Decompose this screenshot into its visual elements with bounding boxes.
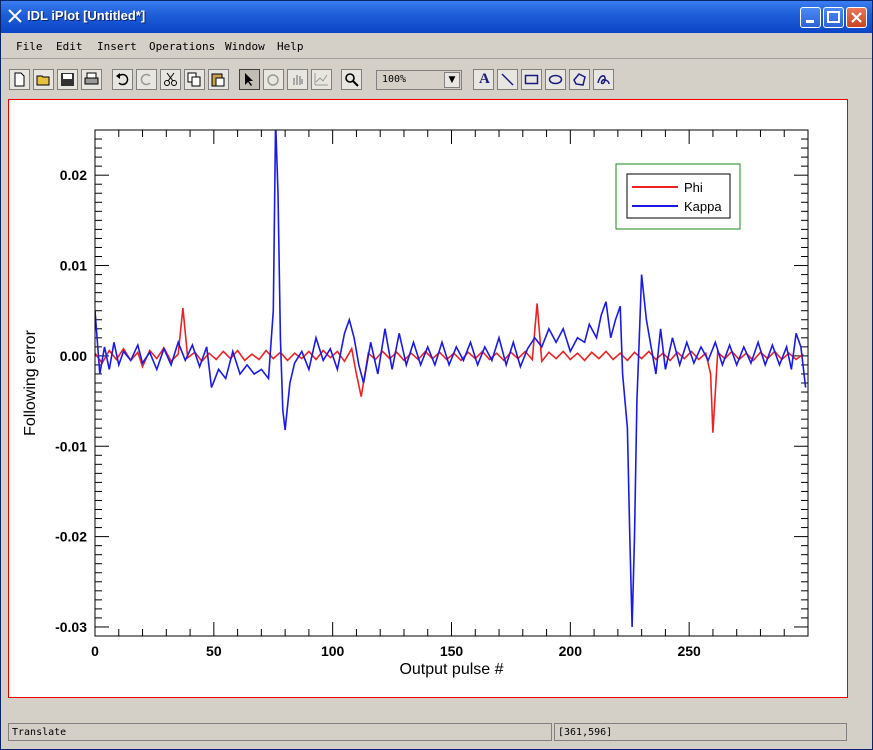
y-tick-label: 0.00: [60, 348, 87, 364]
hand-icon: [293, 75, 303, 85]
y-axis-label: Following error: [22, 329, 39, 435]
zoom-tool-button[interactable]: [341, 69, 362, 90]
polygon-icon: [573, 73, 586, 86]
menu-edit[interactable]: Edit: [56, 40, 83, 53]
magnifier-icon: [345, 73, 359, 87]
x-tick-label: 0: [91, 643, 99, 659]
toolbar: 100% ▼ A: [1, 67, 872, 95]
new-button[interactable]: [9, 69, 30, 90]
select-tool-button[interactable]: [239, 69, 260, 90]
app-window: IDL iPlot [Untitled*] File Edit Insert O…: [0, 0, 873, 750]
oval-icon: [548, 74, 563, 85]
printer-icon: [84, 72, 99, 85]
y-tick-label: 0.01: [60, 258, 87, 274]
maximize-button[interactable]: [823, 7, 844, 28]
x-tick-label: 50: [206, 643, 222, 659]
y-tick-label: -0.03: [55, 619, 87, 635]
pan-tool-button[interactable]: [287, 69, 308, 90]
title-bar[interactable]: IDL iPlot [Untitled*]: [1, 1, 872, 33]
undo-button[interactable]: [112, 69, 133, 90]
undo-icon: [116, 73, 129, 86]
y-tick-label: -0.02: [55, 529, 87, 545]
rotate-tool-button[interactable]: [263, 69, 284, 90]
menu-operations[interactable]: Operations: [149, 40, 215, 53]
zoom-value: 100%: [382, 74, 407, 85]
scissors-icon: [164, 72, 177, 86]
freehand-tool-button[interactable]: [593, 69, 614, 90]
legend-label-phi: Phi: [684, 180, 703, 195]
line-tool-button[interactable]: [497, 69, 518, 90]
close-button[interactable]: [846, 7, 867, 28]
status-bar: Translate [361,596]: [1, 721, 872, 743]
menu-file[interactable]: File: [16, 40, 43, 53]
idl-app-icon: [8, 9, 22, 23]
oval-tool-button[interactable]: [545, 69, 566, 90]
rectangle-tool-button[interactable]: [521, 69, 542, 90]
minimize-icon: [806, 20, 814, 23]
menu-bar: File Edit Insert Operations Window Help: [1, 34, 872, 59]
close-icon: [851, 12, 862, 23]
status-message: Translate: [8, 723, 552, 741]
minimize-button[interactable]: [800, 7, 821, 28]
arrow-pointer-icon: [245, 73, 253, 86]
rectangle-icon: [524, 74, 539, 85]
x-tick-label: 250: [677, 643, 701, 659]
legend[interactable]: Phi Kappa: [615, 163, 741, 230]
freehand-icon: [597, 75, 610, 85]
redo-icon: [140, 73, 151, 86]
plot-window[interactable]: -0.03 -0.02 -0.01 0.00 0.01 0.02 0 50 100 150 200 2…: [8, 99, 848, 698]
window-title: IDL iPlot [Untitled*]: [27, 8, 146, 23]
y-tick-label: -0.01: [55, 438, 87, 454]
folder-icon: [36, 75, 50, 86]
text-tool-label: A: [479, 71, 490, 87]
copy-button[interactable]: [184, 69, 205, 90]
zoom-dropdown[interactable]: 100% ▼: [376, 70, 462, 90]
dropdown-arrow-icon[interactable]: ▼: [444, 72, 460, 88]
open-button[interactable]: [33, 69, 54, 90]
copy-icon: [187, 72, 201, 87]
polygon-tool-button[interactable]: [569, 69, 590, 90]
paste-icon: [211, 73, 225, 87]
data-range-button[interactable]: [311, 69, 332, 90]
x-tick-label: 150: [440, 643, 464, 659]
menu-insert[interactable]: Insert: [97, 40, 137, 53]
new-file-icon: [14, 72, 25, 87]
line-icon: [501, 73, 514, 86]
maximize-icon: [827, 11, 840, 23]
line-chart[interactable]: -0.03 -0.02 -0.01 0.00 0.01 0.02 0 50 100 150 200 2…: [9, 100, 847, 697]
x-tick-label: 200: [559, 643, 583, 659]
series-line-phi: [95, 303, 804, 433]
x-tick-label: 100: [321, 643, 345, 659]
print-button[interactable]: [81, 69, 102, 90]
redo-button[interactable]: [136, 69, 157, 90]
cut-button[interactable]: [160, 69, 181, 90]
chart-icon: [314, 73, 328, 86]
rotate-icon: [267, 74, 279, 86]
menu-window[interactable]: Window: [225, 40, 265, 53]
save-icon: [61, 73, 74, 86]
y-tick-label: 0.02: [60, 167, 87, 183]
paste-button[interactable]: [208, 69, 229, 90]
save-button[interactable]: [57, 69, 78, 90]
text-tool-button[interactable]: A: [473, 69, 494, 90]
x-axis-label: Output pulse #: [399, 661, 503, 678]
legend-label-kappa: Kappa: [684, 199, 722, 214]
menu-help[interactable]: Help: [277, 40, 304, 53]
cursor-coordinates: [361,596]: [554, 723, 847, 741]
